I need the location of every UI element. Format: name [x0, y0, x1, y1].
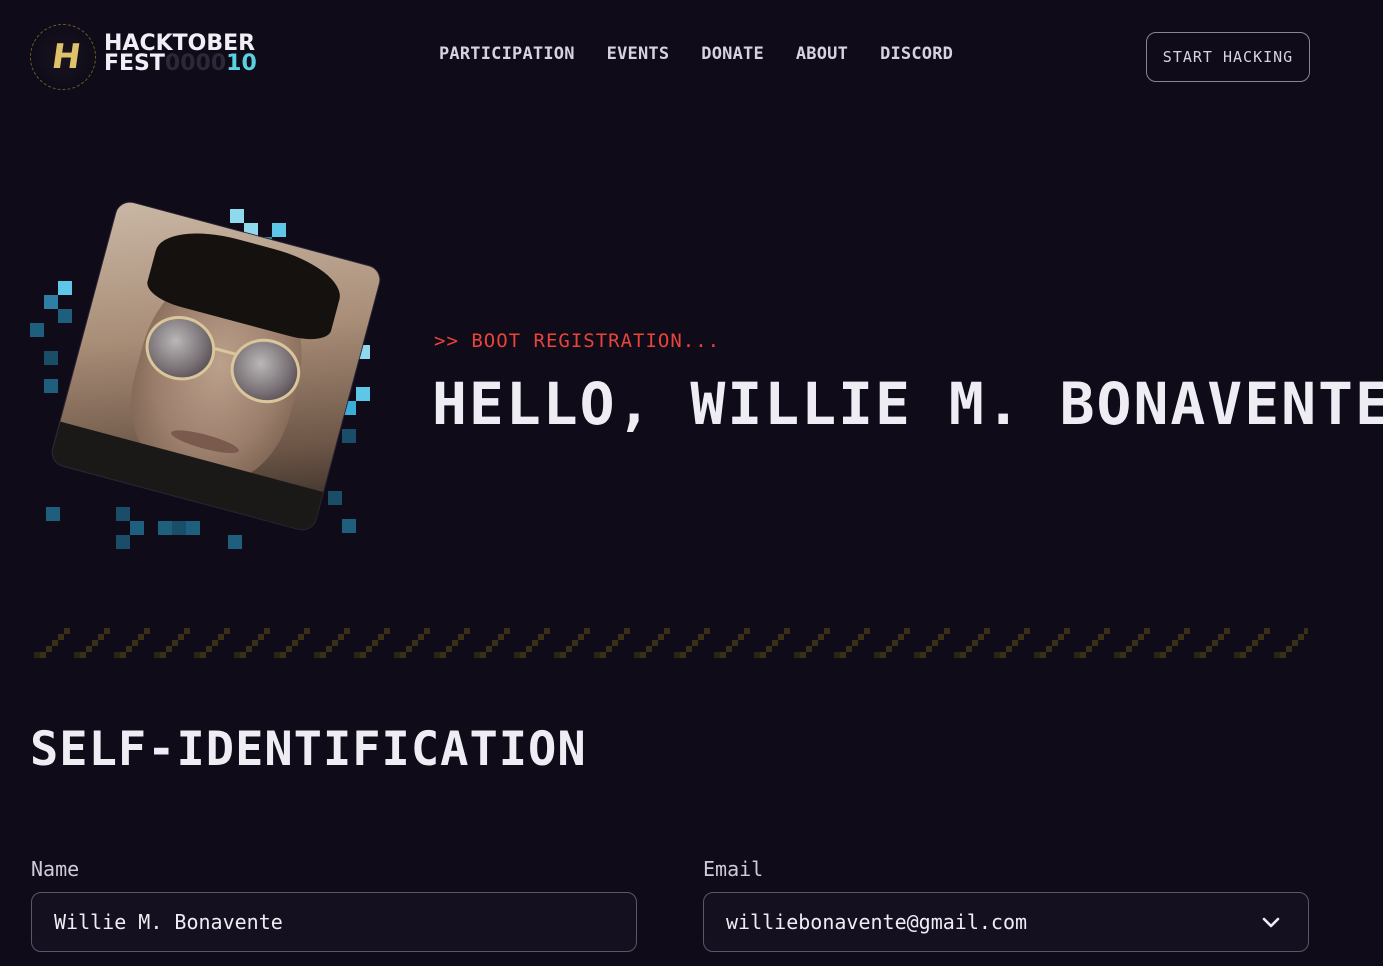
logo-zeros: 0000: [164, 51, 227, 76]
nav-about[interactable]: ABOUT: [796, 44, 848, 64]
pixel-decoration: [30, 323, 44, 337]
pixel-decoration: [230, 209, 244, 223]
pixel-decoration: [158, 521, 172, 535]
pixel-decoration: [272, 223, 286, 237]
pixel-decoration: [44, 295, 58, 309]
email-value: williebonavente@gmail.com: [726, 910, 1028, 934]
pixel-decoration: [172, 521, 186, 535]
pixel-decoration: [116, 507, 130, 521]
name-value: Willie M. Bonavente: [54, 910, 283, 934]
section-title: SELF-IDENTIFICATION: [30, 722, 587, 777]
logo-ten: 10: [226, 51, 257, 76]
profile-photo: [49, 199, 383, 533]
nav-donate[interactable]: DONATE: [701, 44, 764, 64]
start-hacking-button[interactable]: START HACKING: [1146, 32, 1310, 82]
pixel-divider: [34, 626, 1308, 660]
name-label: Name: [31, 857, 80, 881]
pixel-decoration: [44, 351, 58, 365]
logo-wordmark: HACKTOBER FEST000010: [104, 33, 257, 76]
hacktoberfest-logo[interactable]: H HACKTOBER FEST000010: [30, 24, 300, 90]
pixel-decoration: [342, 429, 356, 443]
pixel-decoration: [58, 309, 72, 323]
avatar-area: [28, 199, 383, 560]
hacktoberfest-badge-icon: H: [30, 24, 96, 90]
pixel-decoration: [58, 281, 72, 295]
main-nav: PARTICIPATION EVENTS DONATE ABOUT DISCOR…: [439, 44, 953, 64]
chevron-down-icon: [1262, 917, 1280, 928]
pixel-decoration: [328, 491, 342, 505]
name-field[interactable]: Willie M. Bonavente: [31, 892, 637, 952]
pixel-decoration: [130, 521, 144, 535]
greeting-heading: HELLO, WILLIE M. BONAVENTE: [432, 370, 1383, 438]
pixel-decoration: [116, 535, 130, 549]
logo-line2: FEST000010: [104, 51, 257, 76]
nav-events[interactable]: EVENTS: [607, 44, 670, 64]
email-label: Email: [703, 857, 764, 881]
logo-fest: FEST: [104, 51, 165, 76]
pixel-decoration: [356, 387, 370, 401]
pixel-decoration: [342, 519, 356, 533]
pixel-decoration: [228, 535, 242, 549]
pixel-decoration: [44, 379, 58, 393]
pixel-decoration: [186, 521, 200, 535]
email-select[interactable]: williebonavente@gmail.com: [703, 892, 1309, 952]
nav-discord[interactable]: DISCORD: [880, 44, 953, 64]
boot-registration-text: >> BOOT REGISTRATION...: [434, 330, 721, 352]
pixel-decoration: [46, 507, 60, 521]
registration-page: H HACKTOBER FEST000010 PARTICIPATION EVE…: [0, 0, 1383, 966]
nav-participation[interactable]: PARTICIPATION: [439, 44, 575, 64]
